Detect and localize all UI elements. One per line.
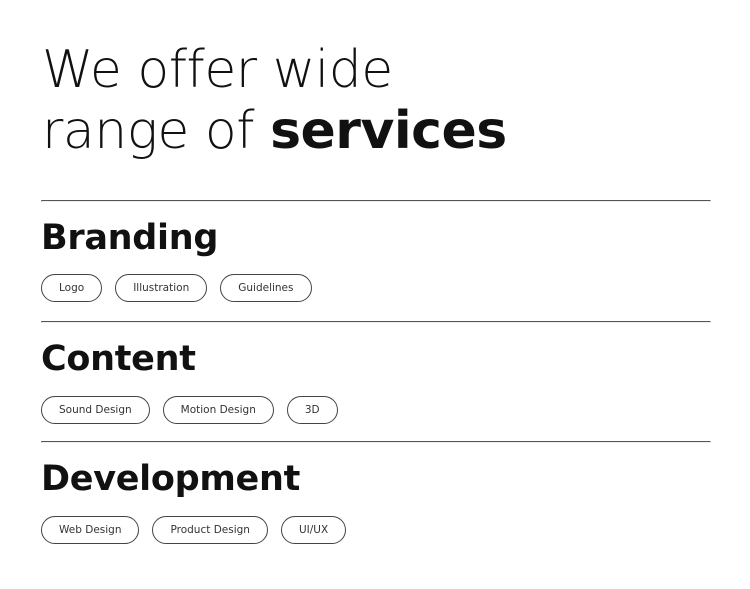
tag-guidelines[interactable]: Guidelines <box>220 274 312 302</box>
section-divider <box>41 441 711 443</box>
tag-list: Logo Illustration Guidelines <box>41 274 312 302</box>
tag-illustration[interactable]: Illustration <box>115 274 208 302</box>
section-divider <box>41 321 711 323</box>
section-title: Development <box>41 459 300 499</box>
service-section-content: Content Sound Design Motion Design 3D <box>41 321 711 424</box>
tag-web-design[interactable]: Web Design <box>41 516 140 544</box>
headline-line-2-light: range of <box>42 101 271 161</box>
service-section-branding: Branding Logo Illustration Guidelines <box>41 200 711 302</box>
headline-line-1: We offer wide <box>42 40 393 100</box>
section-divider <box>41 200 711 202</box>
tag-ui-ux[interactable]: UI/UX <box>280 516 347 544</box>
tag-motion-design[interactable]: Motion Design <box>162 396 274 424</box>
headline-line-2-bold: services <box>270 101 507 161</box>
tag-list: Sound Design Motion Design 3D <box>41 396 338 424</box>
tag-list: Web Design Product Design UI/UX <box>41 516 347 544</box>
section-title: Branding <box>41 218 219 258</box>
service-section-development: Development Web Design Product Design UI… <box>41 441 711 544</box>
tag-logo[interactable]: Logo <box>41 274 103 302</box>
tag-sound-design[interactable]: Sound Design <box>41 396 150 424</box>
tag-product-design[interactable]: Product Design <box>152 516 268 544</box>
section-title: Content <box>41 339 196 379</box>
page-headline: We offer wide range of services <box>42 40 507 162</box>
tag-3d[interactable]: 3D <box>286 396 338 424</box>
